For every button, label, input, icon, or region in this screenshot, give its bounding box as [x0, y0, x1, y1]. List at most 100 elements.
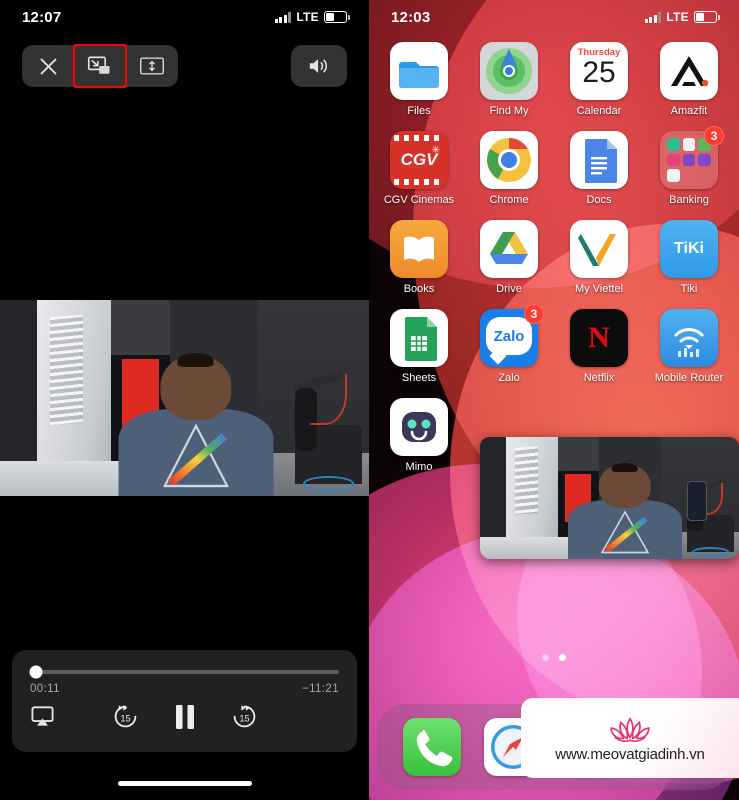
app-label: Calendar	[576, 105, 622, 117]
dock-item-phone[interactable]	[402, 718, 461, 776]
status-bar-right: 12:03 LTE	[369, 0, 739, 34]
cgv-logo-text: CGV	[400, 150, 438, 169]
app-label: CGV Cinemas	[383, 194, 455, 206]
player-bottom-bar: 00:11 −11:21 15 15	[12, 650, 357, 752]
forward-15-button[interactable]: 15	[231, 703, 258, 735]
app-cgv-cinemas[interactable]: CGV ✳ CGV Cinemas	[383, 131, 455, 206]
app-my-viettel[interactable]: My Viettel	[563, 220, 635, 295]
page-dot-active[interactable]	[559, 654, 566, 661]
app-books[interactable]: Books	[383, 220, 455, 295]
app-amazfit[interactable]: Amazfit	[653, 42, 725, 117]
home-indicator[interactable]	[117, 781, 252, 786]
lotus-icon	[610, 716, 650, 742]
app-docs[interactable]: Docs	[563, 131, 635, 206]
app-row: Files Find My Thursday 25 Calendar Amazf…	[383, 42, 725, 117]
volume-button[interactable]	[291, 45, 347, 87]
calendar-day: 25	[582, 56, 616, 89]
app-label: Mimo	[405, 461, 433, 473]
picture-in-picture-icon	[87, 56, 110, 74]
app-label: Drive	[496, 283, 522, 295]
close-button[interactable]	[22, 45, 74, 87]
app-label: Books	[403, 283, 435, 295]
app-drive[interactable]: Drive	[473, 220, 545, 295]
watermark: www.meovatgiadinh.vn	[521, 698, 739, 778]
progress-track[interactable]	[29, 665, 339, 679]
transport-controls: 15 15	[30, 698, 339, 740]
close-icon	[40, 58, 56, 74]
calendar-icon: Thursday 25	[570, 42, 628, 100]
app-find-my[interactable]: Find My	[473, 42, 545, 117]
rewind-15-icon: 15	[114, 705, 136, 728]
mimo-icon	[390, 398, 448, 456]
app-row: CGV ✳ CGV Cinemas Chrome Docs 3 Banking	[383, 126, 725, 206]
app-tiki[interactable]: TiKi Tiki	[653, 220, 725, 295]
carrier-label: LTE	[666, 10, 689, 24]
player-top-controls	[22, 44, 347, 88]
app-files[interactable]: Files	[383, 42, 455, 117]
app-mimo[interactable]: Mimo	[383, 398, 455, 473]
app-folder-banking[interactable]: 3 Banking	[653, 126, 725, 206]
status-time: 12:03	[391, 8, 431, 26]
app-zalo[interactable]: 3 Zalo Zalo	[473, 304, 545, 384]
badge-count: 3	[524, 304, 544, 324]
app-netflix[interactable]: N Netflix	[563, 309, 635, 384]
mobile-router-icon	[660, 309, 718, 367]
airplay-icon	[31, 706, 54, 726]
progress-knob[interactable]	[29, 665, 43, 679]
video-player: 12:07 LTE 00:11 −11:21 15 15	[0, 0, 369, 800]
page-dots[interactable]	[542, 654, 566, 661]
page-dot[interactable]	[542, 654, 549, 661]
files-icon	[390, 42, 448, 100]
app-label: Zalo	[498, 372, 520, 384]
viettel-icon	[570, 220, 628, 278]
find-my-icon	[480, 42, 538, 100]
picture-in-picture-window[interactable]	[480, 437, 739, 559]
app-label: Sheets	[401, 372, 437, 384]
fit-to-screen-button[interactable]	[126, 45, 178, 87]
app-label: Tiki	[680, 283, 698, 295]
watermark-url: www.meovatgiadinh.vn	[555, 745, 705, 763]
phone-icon	[402, 718, 461, 776]
app-label: Find My	[489, 105, 529, 117]
status-time: 12:07	[22, 8, 62, 26]
drive-icon	[480, 220, 538, 278]
app-chrome[interactable]: Chrome	[473, 131, 545, 206]
time-row: 00:11 −11:21	[30, 683, 339, 695]
signal-bars-icon	[644, 11, 662, 23]
rewind-15-button[interactable]: 15	[112, 703, 139, 735]
app-row: Sheets 3 Zalo Zalo N Netflix Mobile Rout…	[383, 304, 725, 384]
app-label: Netflix	[583, 372, 615, 384]
pause-button[interactable]	[173, 703, 197, 736]
app-grid: Files Find My Thursday 25 Calendar Amazf…	[369, 42, 739, 487]
right-phone-screen: 12:03 LTE Files Find My Thursday 25 Cale…	[369, 0, 739, 800]
app-row: Books Drive My Viettel TiKi Tiki	[383, 220, 725, 295]
expand-fit-icon	[139, 57, 165, 75]
amazfit-icon	[660, 42, 718, 100]
books-icon	[390, 220, 448, 278]
tiki-logo-text: TiKi	[674, 240, 704, 257]
forward-seconds-label: 15	[239, 713, 249, 723]
video-surface[interactable]	[0, 300, 369, 496]
video-frame	[0, 300, 369, 496]
app-label: Banking	[669, 194, 709, 206]
app-sheets[interactable]: Sheets	[383, 309, 455, 384]
player-button-group	[22, 44, 178, 88]
volume-icon	[309, 59, 328, 73]
app-label: Docs	[586, 194, 612, 206]
picture-in-picture-button[interactable]	[73, 44, 127, 88]
app-label: Mobile Router	[654, 372, 724, 384]
app-calendar[interactable]: Thursday 25 Calendar	[563, 42, 635, 117]
airplay-button[interactable]	[30, 706, 55, 733]
status-indicators: LTE	[274, 10, 350, 24]
badge-count: 3	[704, 126, 724, 146]
chrome-icon	[480, 131, 538, 189]
tiki-icon: TiKi	[660, 220, 718, 278]
sheets-icon	[390, 309, 448, 367]
app-mobile-router[interactable]: Mobile Router	[653, 309, 725, 384]
app-label: Chrome	[489, 194, 529, 206]
status-bar-left: 12:07 LTE	[0, 0, 369, 34]
pause-icon	[175, 704, 194, 729]
status-indicators: LTE	[644, 10, 720, 24]
left-phone-screen: 12:07 LTE 00:11 −11:21 15 15	[0, 0, 369, 800]
netflix-icon: N	[570, 309, 628, 367]
